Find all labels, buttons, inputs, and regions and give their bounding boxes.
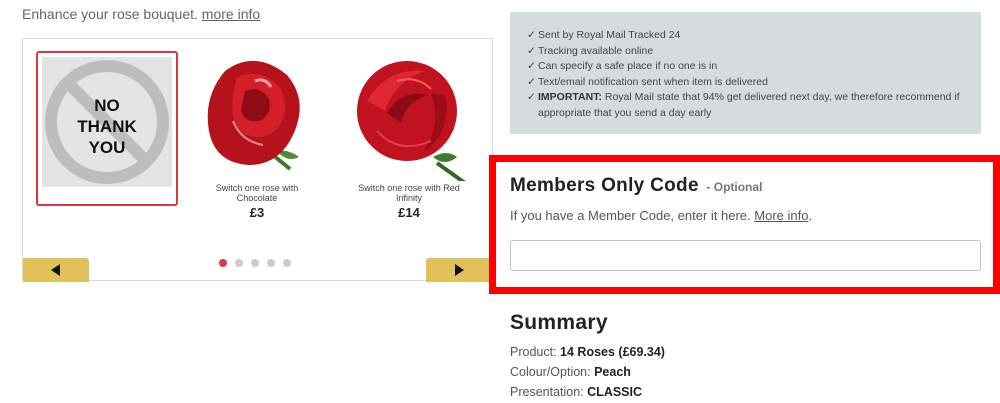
product-price: £3 <box>249 205 265 220</box>
product-card-red-infinity[interactable]: Switch one rose with Red Infinity £14 <box>337 51 481 220</box>
summary-label: Colour/Option: <box>510 365 591 379</box>
period: . <box>808 208 813 223</box>
summary-value: 14 Roses (£69.34) <box>560 345 665 359</box>
carousel-dot[interactable] <box>267 259 275 267</box>
summary-value: Peach <box>594 365 631 379</box>
carousel-prev-button[interactable] <box>23 258 89 282</box>
no-thank-you-image: NO THANK YOU <box>42 57 172 187</box>
delivery-info-copy: Royal Mail state that 94% get delivered … <box>538 91 960 119</box>
optional-tag: - Optional <box>706 180 763 194</box>
delivery-info-copy: Text/email notification sent when item i… <box>538 75 768 88</box>
check-icon: ✓ <box>527 29 536 41</box>
carousel-dot[interactable] <box>235 259 243 267</box>
delivery-info-line: ✓ Sent by Royal Mail Tracked 24 <box>527 28 965 44</box>
delivery-info-box: ✓ Sent by Royal Mail Tracked 24 ✓ Tracking … <box>510 12 981 134</box>
delivery-info-text: Can specify a safe place if no one is in <box>538 59 717 75</box>
check-icon: ✓ <box>527 44 536 57</box>
summary-row-colour: Colour/Option: Peach <box>510 365 631 379</box>
delivery-info-text: IMPORTANT: Royal Mail state that 94% get… <box>538 90 965 121</box>
product-card-chocolate[interactable]: Switch one rose with Chocolate £3 <box>185 51 329 220</box>
delivery-info-line: ✓ IMPORTANT: Royal Mail state that 94% ge… <box>527 90 965 121</box>
delivery-info-copy: Sent by Royal Mail Tracked 24 <box>538 29 681 41</box>
product-label: Switch one rose with Chocolate <box>215 183 299 203</box>
summary-row-presentation: Presentation: CLASSIC <box>510 385 642 399</box>
delivery-info-line: ✓ Tracking available online <box>527 44 965 60</box>
more-info-link[interactable]: more info <box>202 6 260 22</box>
members-more-info-link[interactable]: More info <box>754 208 808 223</box>
no-thank-you-label: NO THANK YOU <box>77 96 137 157</box>
important-label: IMPORTANT: <box>538 91 602 104</box>
product-label: Switch one rose with Red Infinity <box>358 183 460 203</box>
delivery-info-copy: Can specify a safe place if no one is in <box>538 60 718 73</box>
red-rose-image <box>357 61 466 181</box>
summary-label: Product: <box>510 345 557 359</box>
members-code-description: If you have a Member Code, enter it here… <box>510 208 812 223</box>
arrow-right-icon <box>455 264 464 276</box>
product-price: £14 <box>398 205 420 220</box>
check-icon: ✓ <box>527 75 536 88</box>
intro-text: Enhance your rose bouquet. more info <box>22 6 260 22</box>
no-thank-you-option[interactable]: NO THANK YOU <box>36 51 178 206</box>
arrow-left-icon <box>51 264 60 276</box>
carousel-dot[interactable] <box>251 259 259 267</box>
carousel-dots <box>219 259 291 267</box>
carousel-next-button[interactable] <box>426 258 492 282</box>
addon-carousel: NO THANK YOU Switch one rose with Chocol… <box>22 38 493 282</box>
delivery-info-line: ✓ Can specify a safe place if no one is i… <box>527 59 965 75</box>
members-desc-text: If you have a Member Code, enter it here… <box>510 208 751 223</box>
members-code-title: Members Only Code - Optional <box>510 175 762 197</box>
members-code-heading: Members Only Code <box>510 175 699 196</box>
summary-label: Presentation: <box>510 385 584 399</box>
summary-title: Summary <box>510 311 608 334</box>
check-icon: ✓ <box>527 91 536 104</box>
member-code-input[interactable] <box>510 240 981 271</box>
delivery-info-text: Tracking available online <box>538 44 653 60</box>
carousel-dot[interactable] <box>283 259 291 267</box>
carousel-dot[interactable] <box>219 259 227 267</box>
check-icon: ✓ <box>527 60 536 73</box>
summary-row-product: Product: 14 Roses (£69.34) <box>510 345 665 359</box>
summary-value: CLASSIC <box>587 385 643 399</box>
intro-label: Enhance your rose bouquet. <box>22 6 198 22</box>
chocolate-rose-image <box>207 60 300 171</box>
delivery-info-line: ✓ Text/email notification sent when item … <box>527 75 965 91</box>
delivery-info-copy: Tracking available online <box>538 44 654 57</box>
delivery-info-text: Text/email notification sent when item i… <box>538 75 768 91</box>
delivery-info-text: Sent by Royal Mail Tracked 24 <box>538 28 680 44</box>
